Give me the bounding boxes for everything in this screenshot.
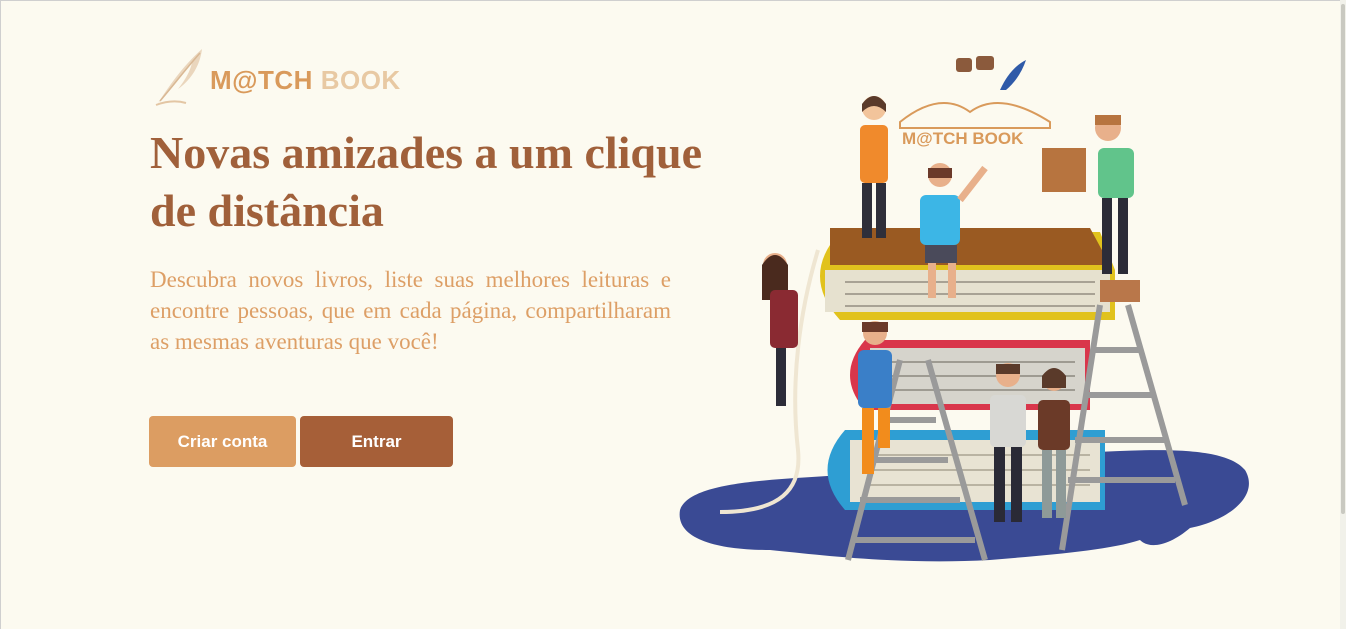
person-woman-orange	[860, 96, 888, 238]
person-woman-climbing	[762, 253, 798, 406]
brand-logo[interactable]: M@TCH BOOK	[152, 45, 401, 107]
signup-button[interactable]: Criar conta	[149, 416, 296, 467]
login-button[interactable]: Entrar	[300, 416, 453, 467]
hero-description: Descubra novos livros, liste suas melhor…	[150, 267, 671, 354]
hero-illustration: M@TCH BOOK	[679, 56, 1249, 562]
illustration-logo: M@TCH BOOK	[899, 56, 1051, 148]
open-book-icon	[899, 102, 1051, 129]
cardboard-box	[1042, 148, 1086, 192]
scrollbar-thumb[interactable]	[1341, 4, 1345, 514]
chat-bubbles-icon	[956, 58, 972, 72]
book-top	[820, 228, 1115, 320]
brand-logo-word-1: M@TCH	[210, 64, 313, 95]
hero-headline: Novas amizades a um clique de distância	[150, 127, 702, 236]
window-border-top	[0, 0, 1346, 1]
illustration-logo-text: M@TCH BOOK	[902, 129, 1024, 148]
box-on-ladder	[1100, 280, 1140, 302]
brand-logo-text: M@TCH BOOK	[210, 65, 401, 96]
brand-logo-word-2: BOOK	[320, 64, 401, 95]
window-border-left	[0, 0, 1, 629]
feather-quill-icon	[155, 49, 202, 106]
feather-quill-icon	[1000, 60, 1026, 90]
